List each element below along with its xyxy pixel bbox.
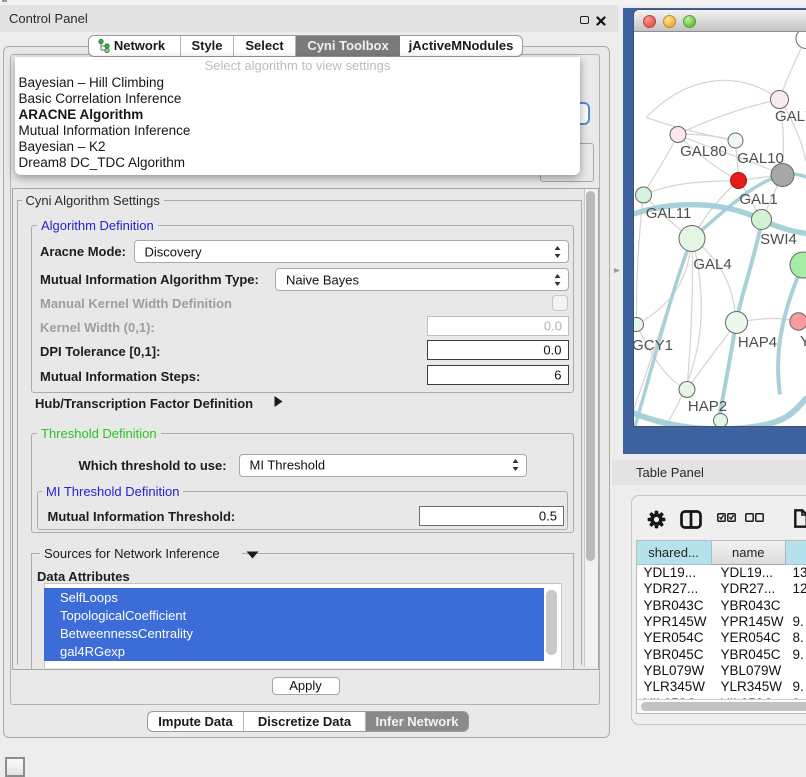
- svg-text:GAL7: GAL7: [775, 108, 806, 125]
- svg-text:HAP2: HAP2: [687, 398, 726, 415]
- svg-text:SWI4: SWI4: [760, 231, 797, 248]
- svg-text:GCY1: GCY1: [634, 337, 673, 354]
- svg-text:GAL80: GAL80: [680, 143, 727, 160]
- svg-text:YM: YM: [800, 333, 806, 350]
- svg-text:HAP4: HAP4: [737, 334, 776, 351]
- svg-text:GAL10: GAL10: [737, 150, 784, 167]
- svg-text:GAL1: GAL1: [739, 191, 777, 208]
- svg-text:GAL11: GAL11: [645, 205, 691, 222]
- svg-text:GAL4: GAL4: [693, 256, 731, 273]
